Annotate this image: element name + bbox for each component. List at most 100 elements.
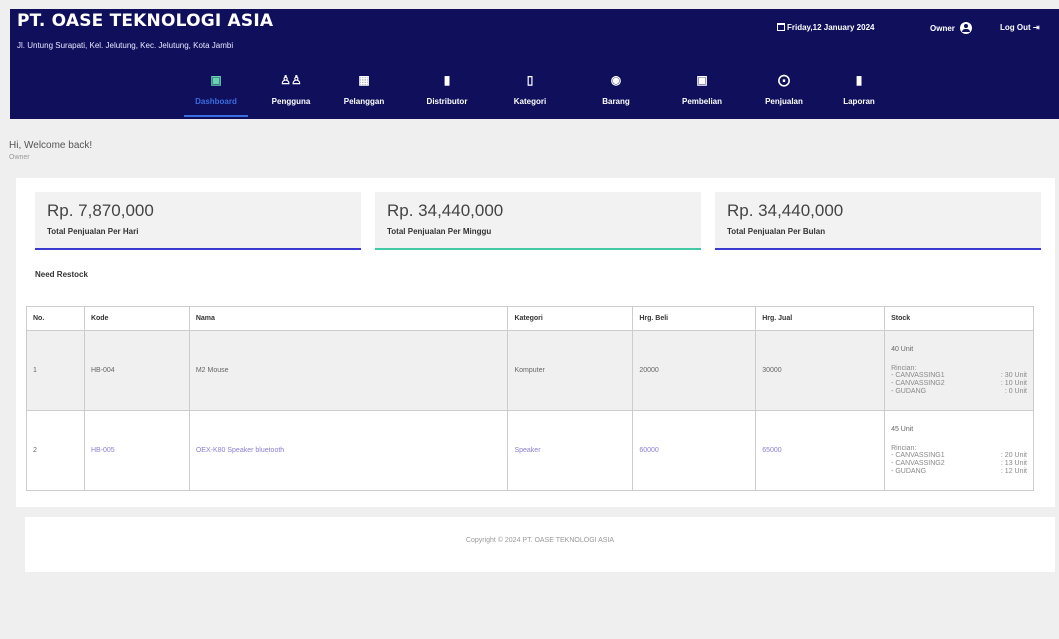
main-nav: ▣ Dashboard ♙♙ Pengguna ▦ Pelanggan ▮ Di… bbox=[10, 61, 1059, 119]
stock-location: - GUDANG bbox=[891, 467, 927, 475]
dashboard-icon: ▣ bbox=[210, 73, 222, 87]
nav-label: Penjualan bbox=[765, 97, 803, 106]
money-icon: ▣ bbox=[696, 73, 708, 87]
user-menu[interactable]: Owner bbox=[930, 22, 972, 34]
stock-rincian-label: Rincian: bbox=[891, 364, 917, 372]
nav-dashboard[interactable]: ▣ Dashboard bbox=[184, 65, 248, 117]
footer: Copyright © 2024 PT. OASE TEKNOLOGI ASIA bbox=[25, 517, 1055, 572]
date-text: Friday,12 January 2024 bbox=[787, 23, 875, 32]
users-icon: ♙♙ bbox=[280, 73, 302, 87]
cell-kategori: Komputer bbox=[507, 330, 634, 411]
stock-qty: : 12 Unit bbox=[1000, 467, 1027, 475]
restock-table: No. Kode Nama Kategori Hrg. Beli Hrg. Ju… bbox=[26, 306, 1034, 491]
nav-distributor[interactable]: ▮ Distributor bbox=[415, 65, 479, 117]
cell-hrg-jual: 30000 bbox=[755, 330, 886, 411]
stat-amount: Rp. 34,440,000 bbox=[387, 201, 504, 220]
stock-line: - CANVASSING1 : 20 Unit bbox=[891, 452, 1027, 460]
nav-barang[interactable]: ◉ Barang bbox=[584, 65, 648, 117]
stock-rincian-label: Rincian: bbox=[891, 444, 917, 452]
nav-label: Pembelian bbox=[681, 97, 722, 106]
bookmark-icon: ▯ bbox=[526, 73, 534, 87]
col-kode: Kode bbox=[83, 306, 190, 331]
col-hrg-beli: Hrg. Beli bbox=[632, 306, 757, 331]
logout-label: Log Out bbox=[1000, 23, 1031, 32]
cell-kategori: Speaker bbox=[507, 410, 634, 491]
nav-label: Distributor bbox=[426, 97, 468, 106]
dashboard-panel: Rp. 7,870,000 Total Penjualan Per Hari R… bbox=[16, 178, 1055, 507]
stock-line: - CANVASSING2 : 13 Unit bbox=[891, 460, 1027, 468]
nav-label: Pelanggan bbox=[343, 97, 385, 106]
stock-location: - CANVASSING1 bbox=[891, 371, 945, 379]
cell-hrg-beli: 20000 bbox=[632, 330, 757, 411]
stock-line: - CANVASSING2 : 10 Unit bbox=[891, 380, 1027, 388]
top-header: PT. OASE TEKNOLOGI ASIA Jl. Untung Surap… bbox=[10, 9, 1059, 61]
nav-pembelian[interactable]: ▣ Pembelian bbox=[670, 65, 734, 117]
table-header-row: No. Kode Nama Kategori Hrg. Beli Hrg. Ju… bbox=[26, 306, 1034, 331]
stock-line: - GUDANG : 0 Unit bbox=[891, 388, 1027, 396]
nav-penjualan[interactable]: ⨀ Penjualan bbox=[752, 65, 816, 117]
stock-qty: : 30 Unit bbox=[1000, 371, 1027, 379]
stock-qty: : 10 Unit bbox=[1000, 379, 1027, 387]
col-stock: Stock bbox=[884, 306, 1034, 331]
col-no: No. bbox=[26, 306, 85, 331]
stat-card-monthly: Rp. 34,440,000 Total Penjualan Per Bulan bbox=[715, 192, 1041, 250]
stock-qty: : 20 Unit bbox=[1000, 451, 1027, 459]
company-name: PT. OASE TEKNOLOGI ASIA bbox=[17, 11, 274, 31]
table-row: 1 HB-004 M2 Mouse Komputer 20000 30000 4… bbox=[26, 330, 1034, 411]
company-address: Jl. Untung Surapati, Kel. Jelutung, Kec.… bbox=[17, 41, 234, 50]
cell-nama: OEX-K80 Speaker bluetooth bbox=[188, 410, 509, 491]
stat-amount: Rp. 7,870,000 bbox=[47, 201, 154, 220]
cell-hrg-jual: 65000 bbox=[755, 410, 886, 491]
user-role: Owner bbox=[9, 154, 30, 161]
stat-caption: Total Penjualan Per Minggu bbox=[387, 227, 492, 236]
cart-icon: ⨀ bbox=[778, 73, 790, 87]
product-icon: ◉ bbox=[610, 73, 622, 87]
nav-label: Kategori bbox=[513, 97, 547, 106]
cell-nama: M2 Mouse bbox=[188, 330, 509, 411]
cell-hrg-beli: 60000 bbox=[632, 410, 757, 491]
nav-kategori[interactable]: ▯ Kategori bbox=[498, 65, 562, 117]
col-hrg-jual: Hrg. Jual bbox=[755, 306, 886, 331]
nav-label: Laporan bbox=[843, 97, 875, 106]
logout-icon: ⇥ bbox=[1032, 23, 1040, 32]
stock-location: - CANVASSING2 bbox=[891, 459, 945, 467]
user-circle-icon bbox=[959, 22, 972, 34]
cell-stock: 40 Unit Rincian: - CANVASSING1: 30 Unit … bbox=[884, 330, 1034, 411]
distributor-icon: ▮ bbox=[443, 73, 451, 87]
stock-line: - GUDANG : 12 Unit bbox=[891, 468, 1027, 476]
report-icon: ▮ bbox=[855, 73, 863, 87]
welcome-message: Hi, Welcome back! bbox=[9, 140, 93, 151]
col-kategori: Kategori bbox=[507, 306, 634, 331]
stock-location: - CANVASSING2 bbox=[891, 379, 945, 387]
stock-total: 45 Unit bbox=[891, 425, 914, 433]
cell-kode: HB-004 bbox=[83, 330, 190, 411]
stock-location: - GUDANG bbox=[891, 387, 927, 395]
nav-pelanggan[interactable]: ▦ Pelanggan bbox=[332, 65, 396, 117]
stat-card-weekly: Rp. 34,440,000 Total Penjualan Per Mingg… bbox=[375, 192, 701, 250]
customer-card-icon: ▦ bbox=[358, 73, 370, 87]
stat-amount: Rp. 34,440,000 bbox=[727, 201, 844, 220]
cell-no: 2 bbox=[26, 410, 85, 491]
nav-label: Dashboard bbox=[195, 97, 237, 106]
stock-location: - CANVASSING1 bbox=[891, 451, 945, 459]
logout-button[interactable]: Log Out ⇥ bbox=[1000, 23, 1040, 32]
copyright-text: Copyright © 2024 PT. OASE TEKNOLOGI ASIA bbox=[465, 537, 615, 544]
calendar-icon bbox=[777, 23, 785, 31]
col-nama: Nama bbox=[188, 306, 509, 331]
stock-qty: : 0 Unit bbox=[1004, 387, 1027, 395]
restock-title: Need Restock bbox=[35, 270, 88, 279]
stock-qty: : 13 Unit bbox=[1000, 459, 1027, 467]
nav-pengguna[interactable]: ♙♙ Pengguna bbox=[259, 65, 323, 117]
stat-caption: Total Penjualan Per Bulan bbox=[727, 227, 826, 236]
cell-kode: HB-005 bbox=[83, 410, 190, 491]
nav-laporan[interactable]: ▮ Laporan bbox=[827, 65, 891, 117]
stock-total: 40 Unit bbox=[891, 345, 914, 353]
nav-label: Pengguna bbox=[271, 97, 311, 106]
stat-card-daily: Rp. 7,870,000 Total Penjualan Per Hari bbox=[35, 192, 361, 250]
cell-stock: 45 Unit Rincian: - CANVASSING1: 20 Unit … bbox=[884, 410, 1034, 491]
stock-line: - CANVASSING1 : 30 Unit bbox=[891, 372, 1027, 380]
cell-no: 1 bbox=[26, 330, 85, 411]
nav-label: Barang bbox=[602, 97, 630, 106]
table-row: 2 HB-005 OEX-K80 Speaker bluetooth Speak… bbox=[26, 410, 1034, 491]
current-date: Friday,12 January 2024 bbox=[777, 23, 874, 32]
